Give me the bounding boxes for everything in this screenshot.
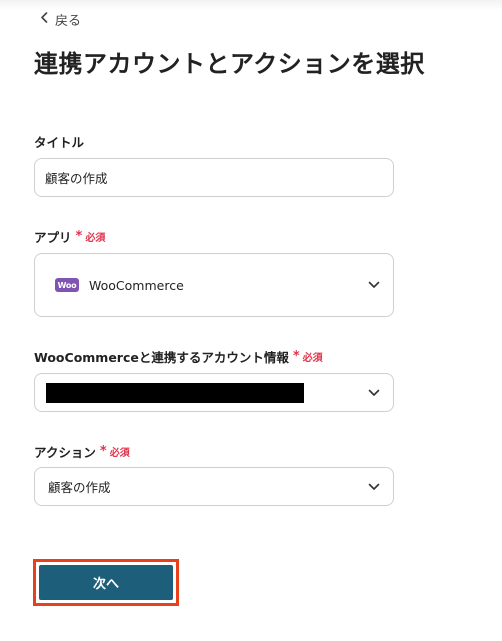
action-select[interactable]: 顧客の作成	[34, 467, 394, 506]
woocommerce-logo-icon: Woo	[55, 278, 79, 292]
app-select[interactable]: Woo WooCommerce	[34, 253, 394, 317]
back-link[interactable]: 戻る	[40, 10, 82, 29]
redacted-account-value	[46, 382, 304, 403]
required-badge: * 必須	[292, 348, 323, 365]
account-label-text: WooCommerceと連携するアカウント情報	[34, 350, 289, 365]
title-field-label: タイトル	[34, 132, 84, 151]
required-asterisk-icon: *	[292, 348, 300, 364]
required-asterisk-icon: *	[75, 228, 83, 244]
app-field-label: アプリ * 必須	[34, 227, 105, 246]
required-badge: * 必須	[99, 443, 130, 460]
page: 戻る 連携アカウントとアクションを選択 タイトル アプリ * 必須 Woo Wo…	[0, 0, 502, 641]
action-label-text: アクション	[34, 445, 96, 460]
required-text: 必須	[302, 353, 323, 364]
chevron-down-icon	[368, 483, 380, 490]
title-input[interactable]	[35, 170, 393, 185]
action-field-label: アクション * 必須	[34, 442, 130, 461]
account-field-label: WooCommerceと連携するアカウント情報 * 必須	[34, 347, 323, 366]
top-bar	[0, 0, 502, 10]
chevron-down-icon	[368, 281, 380, 288]
account-select[interactable]	[34, 373, 394, 412]
chevron-left-icon	[40, 11, 49, 27]
required-asterisk-icon: *	[99, 443, 107, 459]
next-button[interactable]: 次へ	[39, 565, 173, 600]
woocommerce-logo-text: Woo	[57, 280, 77, 290]
title-input-container	[34, 158, 394, 197]
app-label-text: アプリ	[34, 230, 72, 245]
required-badge: * 必須	[75, 228, 106, 245]
next-button-highlight: 次へ	[33, 559, 179, 606]
required-text: 必須	[109, 448, 130, 459]
app-select-value: WooCommerce	[89, 277, 184, 293]
required-text: 必須	[85, 233, 106, 244]
chevron-down-icon	[368, 389, 380, 396]
action-select-value: 顧客の作成	[48, 480, 111, 495]
back-label: 戻る	[55, 13, 82, 29]
page-title: 連携アカウントとアクションを選択	[34, 50, 425, 78]
title-label-text: タイトル	[34, 135, 85, 150]
